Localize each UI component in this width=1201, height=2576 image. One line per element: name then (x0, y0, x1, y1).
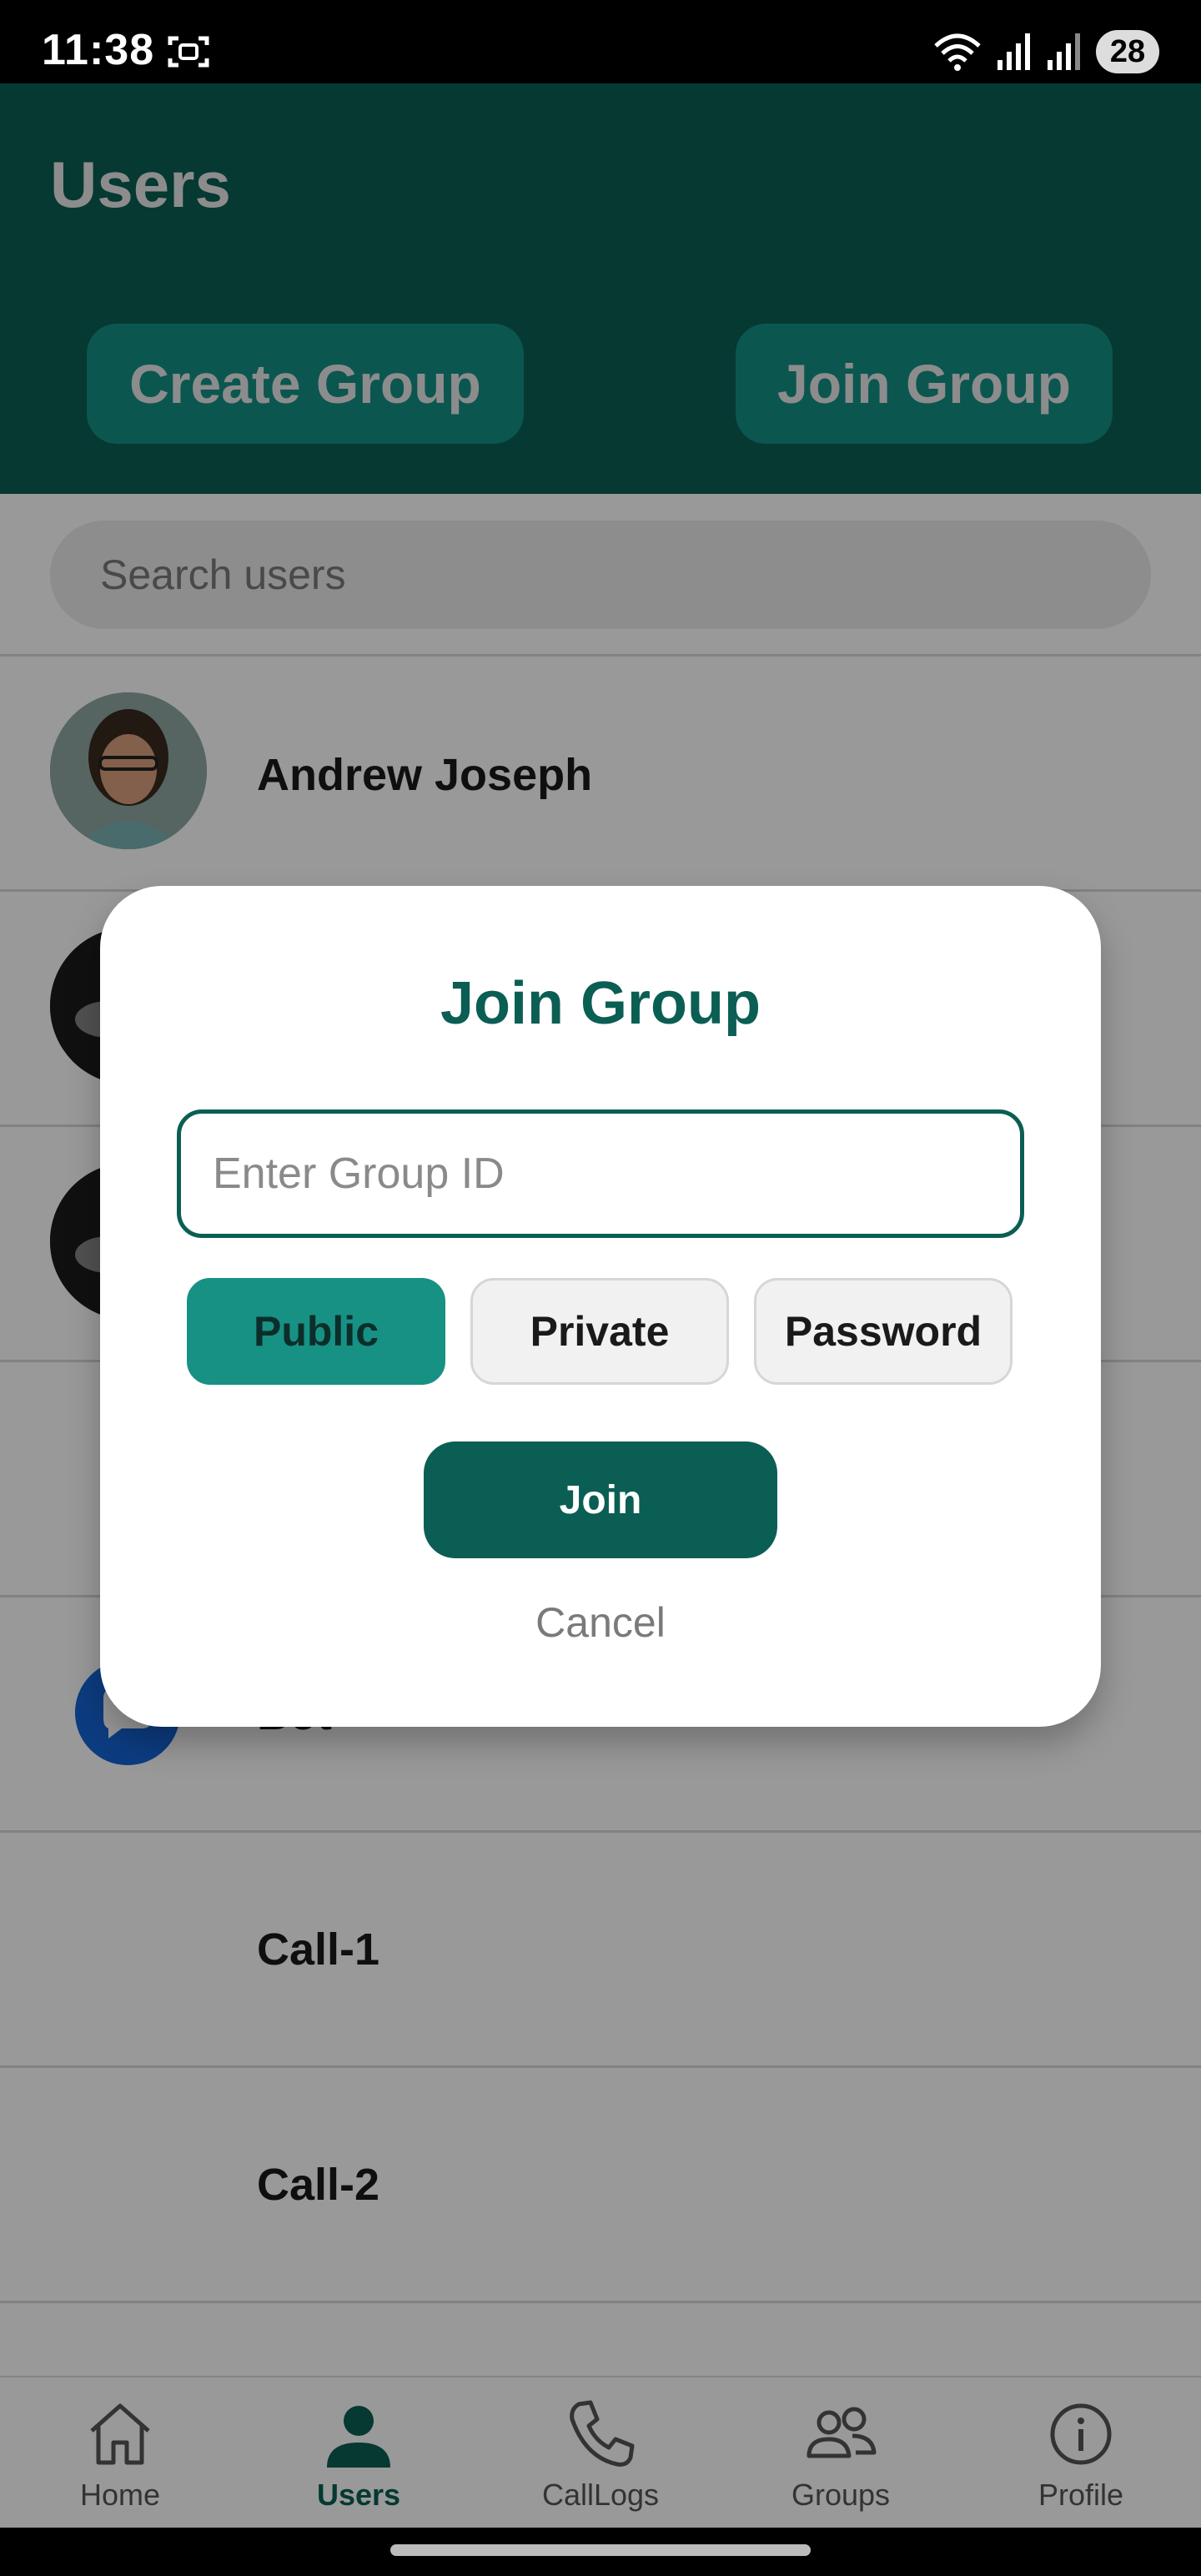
gesture-bar (0, 2528, 1201, 2576)
signal-icon (1048, 33, 1080, 70)
wifi-icon (934, 33, 981, 71)
group-id-input[interactable] (177, 1109, 1024, 1238)
password-type-button[interactable]: Password (754, 1278, 1013, 1385)
dialog-title: Join Group (440, 970, 761, 1037)
home-indicator[interactable] (390, 2544, 811, 2556)
status-bar: 11:38 28 (0, 0, 1201, 83)
screenshot-icon (168, 36, 209, 68)
cancel-button[interactable]: Cancel (100, 1598, 1101, 1647)
private-type-button[interactable]: Private (470, 1278, 729, 1385)
join-button[interactable]: Join (424, 1441, 777, 1558)
signal-icon (997, 33, 1030, 70)
join-group-dialog: Join Group Public Private Password Join … (100, 886, 1101, 1727)
status-time: 11:38 (42, 26, 155, 74)
battery-indicator: 28 (1096, 30, 1159, 73)
public-type-button[interactable]: Public (187, 1278, 445, 1385)
status-icons: 28 (932, 28, 1159, 75)
